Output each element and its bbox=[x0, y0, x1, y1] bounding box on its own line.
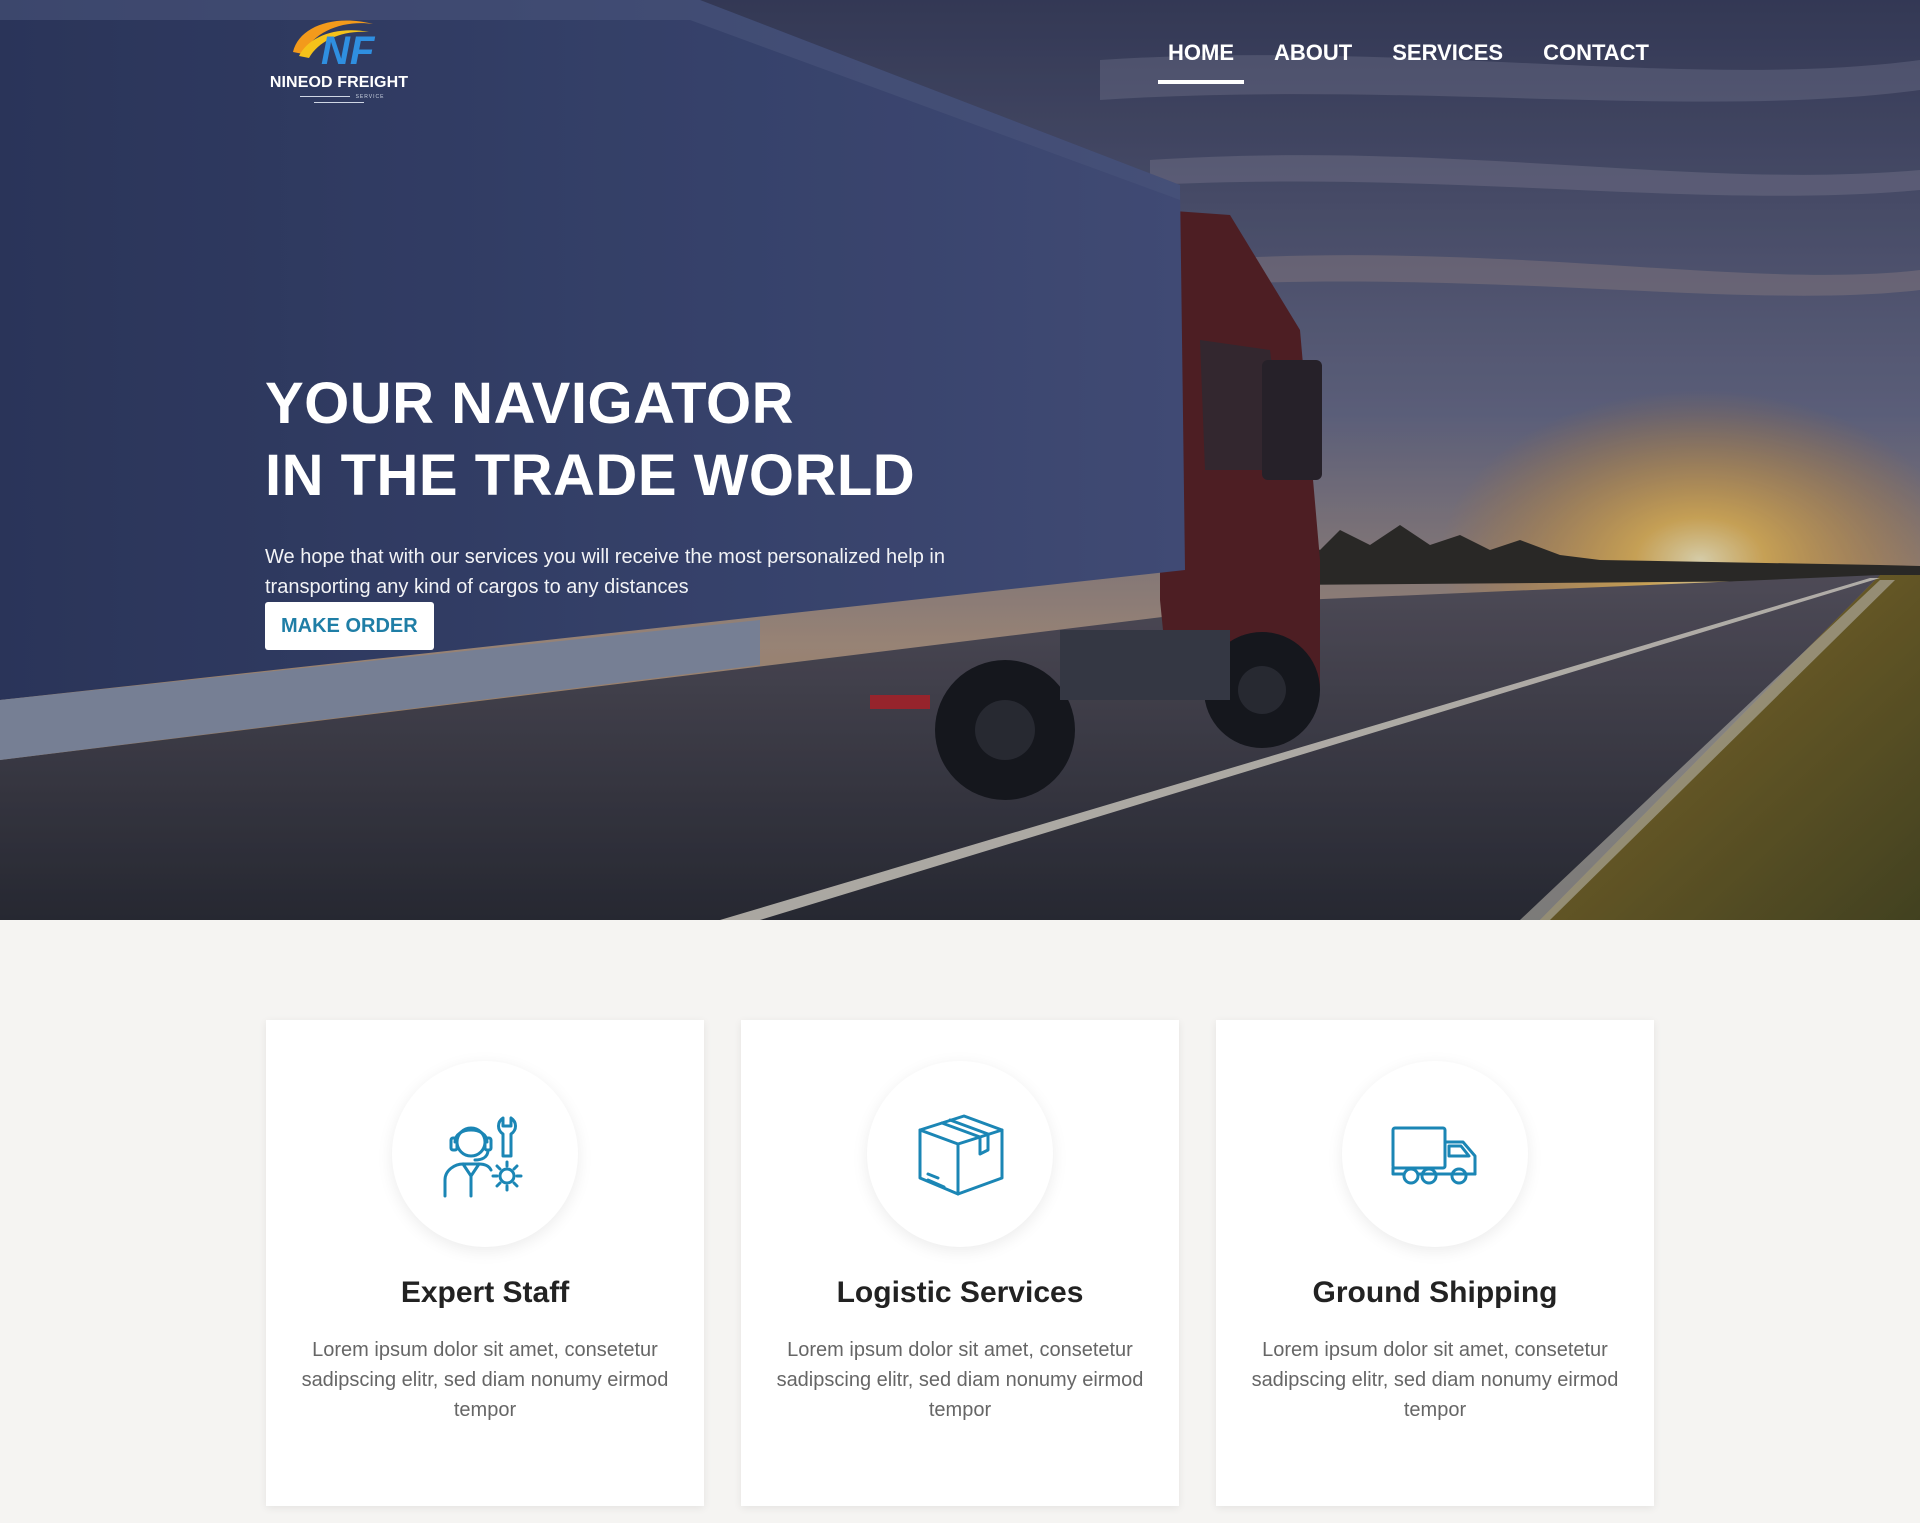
page: NF NINEOD FREIGHT SERVICE HOME ABOUT SER… bbox=[0, 0, 1920, 1523]
card-title: Ground Shipping bbox=[1312, 1276, 1558, 1309]
card-text: Lorem ipsum dolor sit amet, consetetur s… bbox=[301, 1339, 669, 1421]
brand-tagline: SERVICE bbox=[265, 94, 413, 106]
icon-circle bbox=[867, 1061, 1053, 1247]
card-text: Lorem ipsum dolor sit amet, consetetur s… bbox=[776, 1339, 1144, 1421]
nav-item-services[interactable]: SERVICES bbox=[1382, 34, 1513, 84]
nav-item-contact[interactable]: CONTACT bbox=[1533, 34, 1659, 84]
hero-banner: NF NINEOD FREIGHT SERVICE HOME ABOUT SER… bbox=[0, 0, 1920, 920]
delivery-truck-icon bbox=[1391, 1126, 1477, 1185]
brand-logo[interactable]: NF NINEOD FREIGHT SERVICE bbox=[265, 12, 413, 104]
icon-circle bbox=[1342, 1061, 1528, 1247]
make-order-button[interactable]: MAKE ORDER bbox=[265, 602, 434, 650]
hero-title-line-1: YOUR NAVIGATOR bbox=[265, 371, 795, 436]
main-navigation: HOME ABOUT SERVICES CONTACT bbox=[1158, 34, 1679, 84]
card-title: Logistic Services bbox=[836, 1276, 1084, 1309]
services-cards: Expert Staff Lorem ipsum dolor sit amet,… bbox=[266, 1020, 1654, 1506]
nav-item-about[interactable]: ABOUT bbox=[1264, 34, 1362, 84]
brand-name: NINEOD FREIGHT bbox=[269, 74, 409, 91]
nav-item-home[interactable]: HOME bbox=[1158, 34, 1244, 84]
icon-circle bbox=[392, 1061, 578, 1247]
service-card-expert-staff[interactable]: Expert Staff Lorem ipsum dolor sit amet,… bbox=[266, 1020, 704, 1506]
card-text: Lorem ipsum dolor sit amet, consetetur s… bbox=[1251, 1339, 1619, 1421]
hero-title: YOUR NAVIGATOR IN THE TRADE WORLD bbox=[265, 368, 915, 512]
package-box-icon bbox=[918, 1114, 1004, 1196]
hero-description: We hope that with our services you will … bbox=[265, 546, 945, 598]
logo-mark-letters: NF bbox=[321, 29, 376, 73]
service-card-logistic-services[interactable]: Logistic Services Lorem ipsum dolor sit … bbox=[741, 1020, 1179, 1506]
logo-swoosh-icon: NF bbox=[293, 20, 376, 73]
hero-title-line-2: IN THE TRADE WORLD bbox=[265, 443, 916, 508]
service-card-ground-shipping[interactable]: Ground Shipping Lorem ipsum dolor sit am… bbox=[1216, 1020, 1654, 1506]
support-staff-icon bbox=[443, 1116, 523, 1198]
card-title: Expert Staff bbox=[400, 1276, 570, 1309]
